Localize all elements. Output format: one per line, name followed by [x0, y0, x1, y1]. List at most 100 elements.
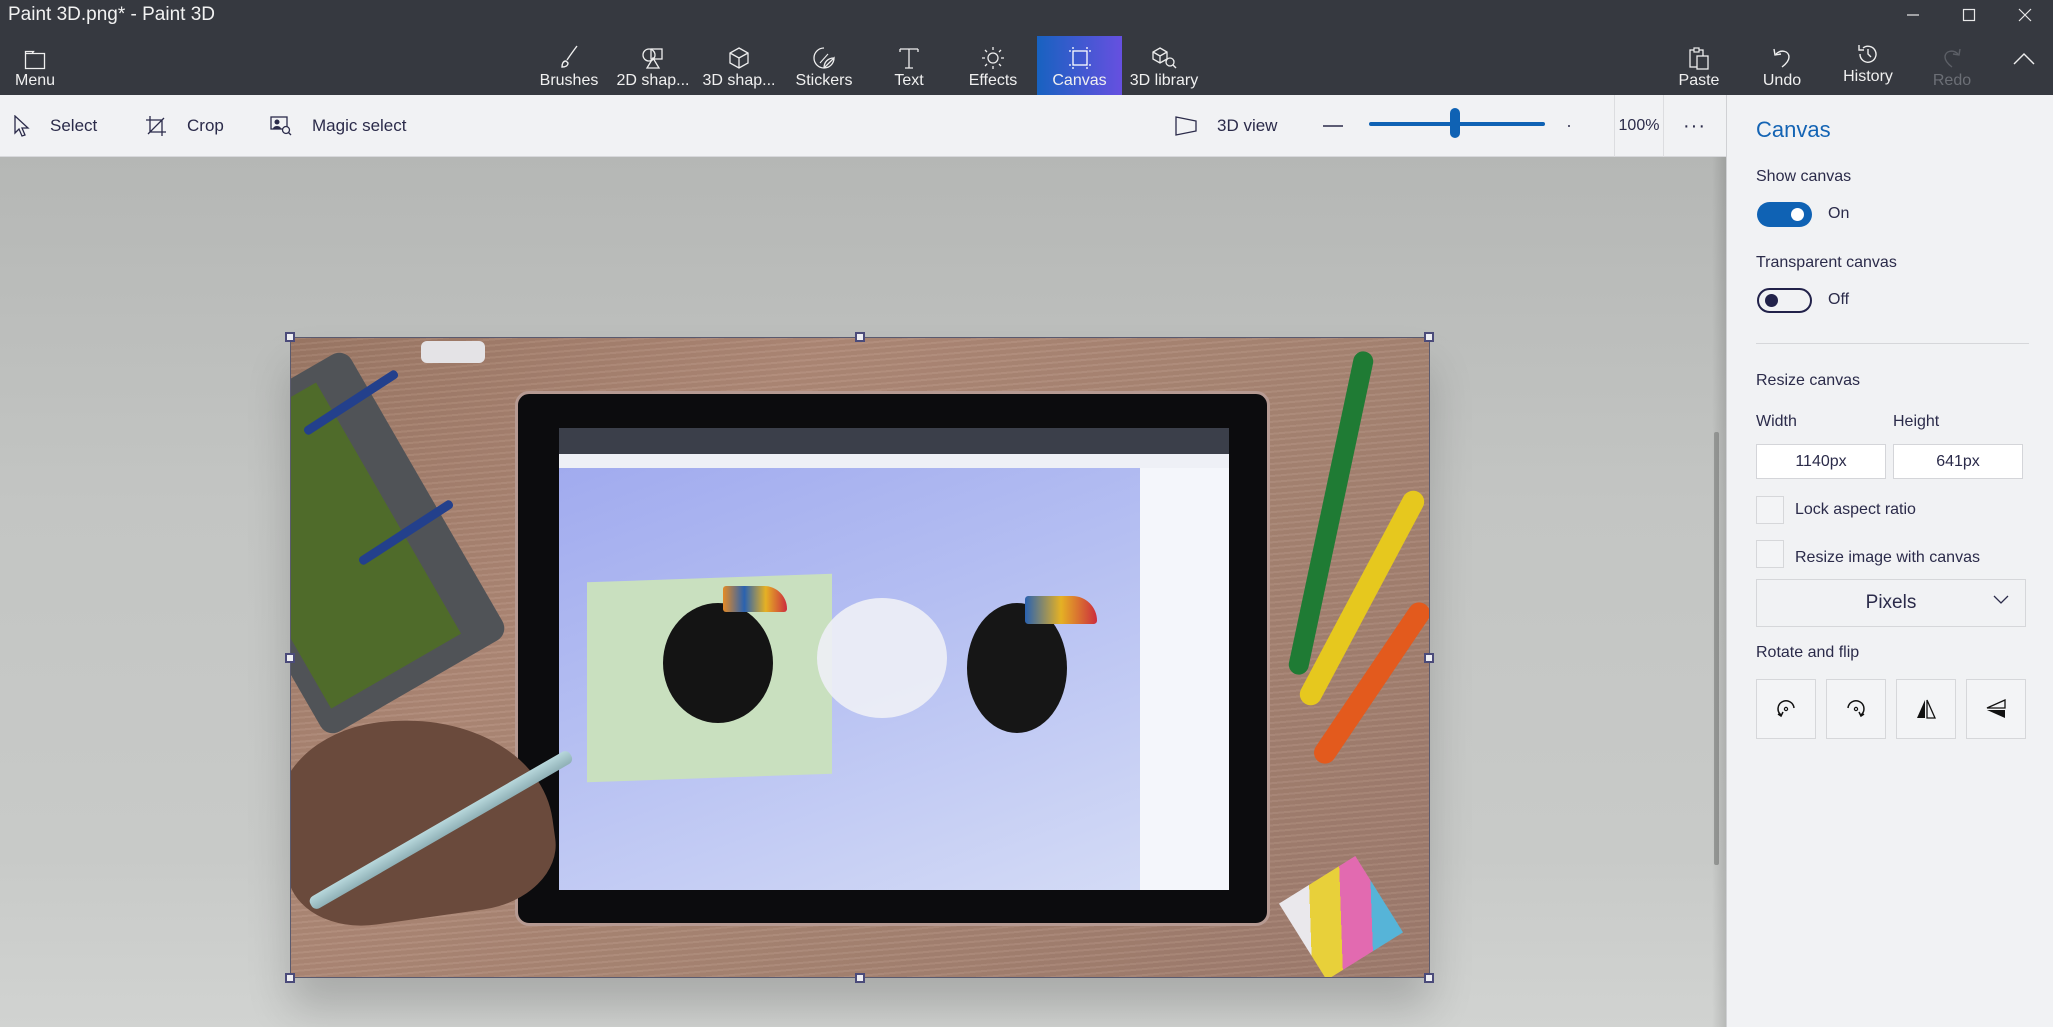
brush-icon — [557, 42, 581, 70]
show-canvas-state: On — [1828, 205, 1850, 222]
flip-horizontal-button[interactable] — [1896, 679, 1956, 739]
resize-image-checkbox[interactable] — [1756, 540, 1784, 568]
redo-button[interactable]: Redo — [1930, 36, 1974, 95]
resize-canvas-heading: Resize canvas — [1756, 372, 1861, 389]
3d-view-label: 3D view — [1217, 116, 1278, 135]
zoom-in-button-hit[interactable] — [1568, 95, 1590, 157]
zoom-slider-thumb[interactable] — [1450, 108, 1460, 138]
action-label: Undo — [1762, 72, 1802, 89]
lock-aspect-ratio-label: Lock aspect ratio — [1795, 501, 1916, 518]
select-label: Select — [50, 116, 98, 135]
undo-button[interactable]: Undo — [1760, 36, 1804, 95]
toucan-3d-white — [817, 598, 947, 718]
action-label: Redo — [1932, 72, 1972, 89]
crop-button[interactable]: Crop — [145, 95, 224, 157]
resize-handle-top-left[interactable] — [285, 332, 295, 342]
action-label: History — [1843, 68, 1893, 85]
toucan-beak — [1025, 596, 1097, 624]
action-label: Paste — [1678, 72, 1720, 89]
resize-handle-top-right[interactable] — [1424, 332, 1434, 342]
crop-label: Crop — [187, 116, 224, 135]
show-canvas-toggle[interactable] — [1757, 202, 1812, 227]
height-input[interactable]: 641px — [1893, 444, 2023, 479]
tab-2d-shapes[interactable]: 2D shap... — [616, 36, 690, 95]
resize-handle-right[interactable] — [1424, 653, 1434, 663]
paste-button[interactable]: Paste — [1677, 36, 1721, 95]
resize-handle-bottom[interactable] — [855, 973, 865, 983]
plus-icon — [1568, 125, 1570, 127]
menu-button[interactable]: Menu — [10, 36, 60, 95]
resize-handle-left[interactable] — [285, 653, 295, 663]
menu-label: Menu — [14, 72, 56, 89]
window-title: Paint 3D.png* - Paint 3D — [8, 4, 216, 25]
height-label: Height — [1893, 413, 1940, 430]
2d-shapes-icon — [641, 42, 665, 70]
tab-label: 3D library — [1129, 72, 1199, 89]
flip-horizontal-icon — [1917, 699, 1937, 719]
magic-select-icon — [270, 116, 292, 136]
3d-view-button[interactable]: 3D view — [1175, 95, 1277, 157]
chevron-down-icon — [1993, 595, 2009, 604]
folder-icon — [24, 42, 46, 70]
toucan-beak — [723, 586, 787, 612]
width-input[interactable]: 1140px — [1756, 444, 1886, 479]
close-button[interactable] — [1994, 0, 2053, 30]
cursor-icon — [14, 115, 30, 137]
resize-handle-bottom-right[interactable] — [1424, 973, 1434, 983]
chevron-up-icon — [2013, 53, 2035, 65]
canvas-panel: Canvas Show canvas On Transparent canvas… — [1726, 95, 2053, 1027]
tab-effects[interactable]: Effects — [963, 36, 1023, 95]
tab-label: Canvas — [1052, 72, 1107, 89]
tab-3d-shapes[interactable]: 3D shap... — [702, 36, 776, 95]
toucan-drawn — [663, 603, 773, 723]
tab-3d-library[interactable]: 3D library — [1126, 36, 1202, 95]
tablet — [515, 391, 1270, 926]
text-icon — [898, 42, 920, 70]
transparent-canvas-toggle[interactable] — [1757, 288, 1812, 313]
minimize-icon — [1907, 14, 1919, 16]
tablet-app-panel — [1140, 468, 1229, 890]
flip-vertical-icon — [1986, 698, 2006, 718]
eraser — [421, 341, 485, 363]
tablet-screen — [559, 428, 1229, 890]
resize-handle-top[interactable] — [855, 332, 865, 342]
history-button[interactable]: History — [1838, 36, 1898, 95]
rotate-right-icon — [1847, 700, 1865, 718]
crop-icon — [146, 116, 166, 136]
tab-stickers[interactable]: Stickers — [793, 36, 855, 95]
tab-label: Text — [894, 72, 924, 89]
rotate-right-button[interactable] — [1826, 679, 1886, 739]
magic-select-label: Magic select — [312, 116, 407, 135]
tab-brushes[interactable]: Brushes — [538, 36, 600, 95]
redo-icon — [1941, 42, 1963, 70]
undo-icon — [1771, 42, 1793, 70]
history-icon — [1856, 38, 1880, 66]
zoom-out-button[interactable] — [1323, 95, 1363, 157]
collapse-ribbon-button[interactable] — [2006, 52, 2042, 82]
minimize-button[interactable] — [1882, 0, 1944, 30]
3d-view-icon — [1175, 116, 1197, 136]
resize-handle-bottom-left[interactable] — [285, 973, 295, 983]
tab-text[interactable]: Text — [887, 36, 931, 95]
rotate-left-icon — [1777, 700, 1795, 718]
select-button[interactable]: Select — [14, 95, 97, 157]
canvas-workspace[interactable] — [0, 157, 1726, 1027]
zoom-percentage[interactable]: 100% — [1614, 95, 1664, 157]
transparent-canvas-label: Transparent canvas — [1756, 254, 1897, 271]
rotate-left-button[interactable] — [1756, 679, 1816, 739]
flip-vertical-button[interactable] — [1966, 679, 2026, 739]
tab-canvas[interactable]: Canvas — [1037, 36, 1122, 95]
title-bar: Paint 3D.png* - Paint 3D Menu Brushes 2D… — [0, 0, 2053, 95]
maximize-button[interactable] — [1938, 0, 2000, 30]
maximize-icon — [1962, 8, 1976, 22]
lock-aspect-ratio-checkbox[interactable] — [1756, 496, 1784, 524]
canvas-image[interactable] — [290, 337, 1430, 978]
units-dropdown[interactable]: Pixels — [1756, 579, 2026, 627]
more-options-button[interactable]: ··· — [1683, 95, 1706, 157]
tab-label: Effects — [968, 72, 1018, 89]
magic-select-button[interactable]: Magic select — [270, 95, 406, 157]
rotate-flip-heading: Rotate and flip — [1756, 644, 1860, 661]
tool-options-bar: Select Crop Magic select 3D view 100% ··… — [0, 95, 1726, 157]
width-label: Width — [1756, 413, 1797, 430]
show-canvas-label: Show canvas — [1756, 168, 1852, 185]
